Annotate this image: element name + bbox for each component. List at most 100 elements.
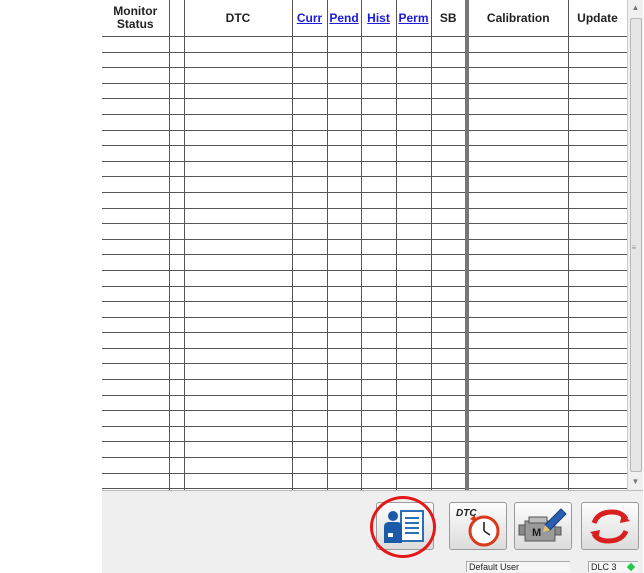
table-row[interactable] <box>102 130 627 147</box>
table-cell <box>184 145 293 162</box>
table-row[interactable] <box>102 52 627 69</box>
curr-link[interactable]: Curr <box>297 11 322 25</box>
table-cell <box>327 161 362 178</box>
table-row[interactable] <box>102 441 627 459</box>
table-cell <box>102 52 170 69</box>
table-row[interactable] <box>102 114 627 131</box>
table-row[interactable] <box>102 145 627 162</box>
table-cell <box>292 270 328 287</box>
table-cell <box>431 270 469 287</box>
table-row[interactable] <box>102 223 627 240</box>
table-cell <box>396 379 432 396</box>
col-header-dtc[interactable]: DTC <box>184 0 293 37</box>
vertical-scrollbar[interactable]: ▲ ≡ ▼ <box>627 0 643 490</box>
table-row[interactable] <box>102 239 627 256</box>
table-cell <box>396 52 432 69</box>
table-cell <box>327 270 362 287</box>
table-row[interactable] <box>102 83 627 100</box>
table-cell <box>327 363 362 381</box>
table-row[interactable] <box>102 332 627 349</box>
table-cell <box>467 208 569 225</box>
table-row[interactable] <box>102 36 627 53</box>
table-cell <box>467 192 569 209</box>
dtc-clear-timer-button[interactable]: DTC <box>449 502 507 550</box>
pend-link[interactable]: Pend <box>329 11 358 25</box>
table-cell <box>568 67 627 84</box>
col-header-sb[interactable]: SB <box>431 0 469 37</box>
table-row[interactable] <box>102 410 627 427</box>
table-row[interactable] <box>102 301 627 318</box>
table-cell <box>431 98 469 115</box>
table-cell <box>184 36 293 53</box>
table-row[interactable] <box>102 426 627 443</box>
table-row[interactable] <box>102 161 627 178</box>
table-cell <box>431 457 469 474</box>
scroll-down-icon[interactable]: ▼ <box>628 474 643 490</box>
table-cell <box>396 332 432 349</box>
table-cell <box>361 457 397 474</box>
table-cell <box>169 410 185 427</box>
table-cell <box>396 301 432 318</box>
table-row[interactable] <box>102 208 627 225</box>
table-cell <box>431 363 469 381</box>
table-cell <box>396 457 432 474</box>
table-row[interactable] <box>102 348 627 365</box>
table-cell <box>327 36 362 53</box>
table-cell <box>431 223 469 240</box>
table-cell <box>431 52 469 69</box>
table-cell <box>467 114 569 131</box>
table-row[interactable] <box>102 270 627 287</box>
table-row[interactable] <box>102 457 627 474</box>
table-cell <box>184 98 293 115</box>
col-header-update[interactable]: Update <box>568 0 627 37</box>
engine-edit-button[interactable]: M <box>514 502 572 550</box>
table-cell <box>327 332 362 349</box>
table-cell <box>102 473 170 490</box>
perm-link[interactable]: Perm <box>398 11 428 25</box>
table-cell <box>102 254 170 271</box>
scroll-up-icon[interactable]: ▲ <box>628 0 643 16</box>
table-cell <box>467 410 569 427</box>
table-row[interactable] <box>102 473 627 490</box>
table-cell <box>467 286 569 303</box>
table-row[interactable] <box>102 379 627 396</box>
col-header-monitor-status[interactable]: Monitor Status <box>102 0 170 37</box>
table-cell <box>396 192 432 209</box>
table-row[interactable] <box>102 67 627 84</box>
table-row[interactable] <box>102 98 627 115</box>
table-row[interactable] <box>102 317 627 334</box>
table-cell <box>292 254 328 271</box>
table-row[interactable] <box>102 176 627 193</box>
table-cell <box>396 410 432 427</box>
table-cell <box>431 176 469 193</box>
table-cell <box>431 426 469 443</box>
table-row[interactable] <box>102 286 627 303</box>
refresh-button[interactable] <box>581 502 639 550</box>
table-cell <box>361 410 397 427</box>
table-cell <box>184 379 293 396</box>
table-row[interactable] <box>102 395 627 412</box>
table-cell <box>361 348 397 365</box>
table-row[interactable] <box>102 254 627 271</box>
table-cell <box>169 379 185 396</box>
table-row[interactable] <box>102 363 627 381</box>
col-header-calibration[interactable]: Calibration <box>467 0 569 37</box>
table-cell <box>568 457 627 474</box>
table-cell <box>361 395 397 412</box>
table-cell <box>568 208 627 225</box>
table-cell <box>431 67 469 84</box>
table-cell <box>327 176 362 193</box>
table-cell <box>467 301 569 318</box>
status-bar: Default User DLC 3 <box>102 559 643 573</box>
table-cell <box>184 270 293 287</box>
table-cell <box>431 410 469 427</box>
table-cell <box>361 83 397 100</box>
table-row[interactable] <box>102 192 627 209</box>
table-cell <box>396 176 432 193</box>
table-cell <box>568 286 627 303</box>
table-cell <box>431 317 469 334</box>
hist-link[interactable]: Hist <box>367 11 390 25</box>
table-cell <box>327 286 362 303</box>
table-cell <box>467 441 569 459</box>
table-cell <box>431 208 469 225</box>
